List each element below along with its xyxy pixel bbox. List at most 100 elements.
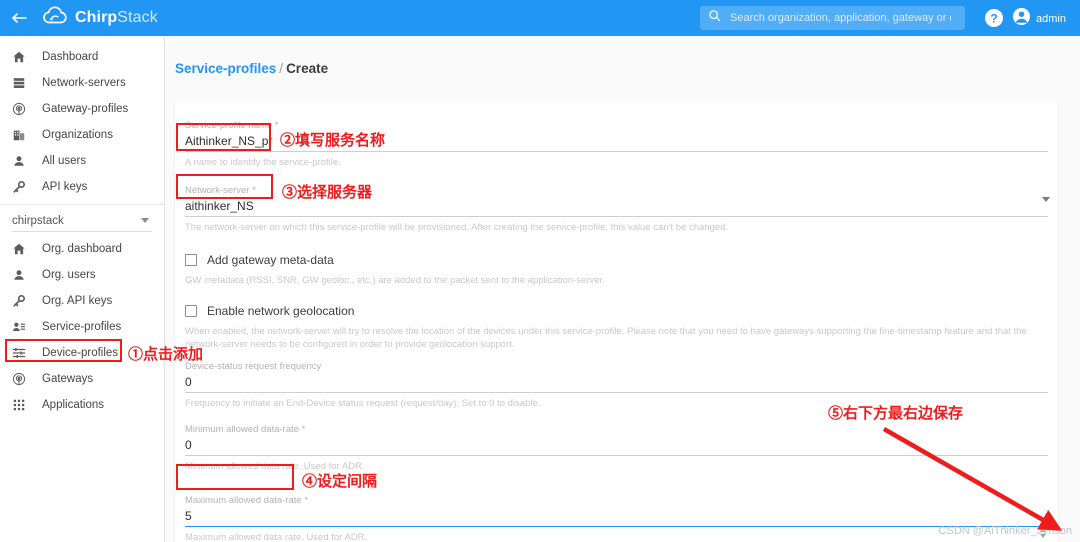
service-profile-name-field: Service-profile name * A name to identif… [175,120,1058,169]
antenna-icon [12,372,34,386]
sidebar-item-network-servers[interactable]: Network-servers [0,70,164,96]
max-data-rate-input[interactable] [185,507,1048,526]
search-icon [708,9,721,27]
device-status-frequency-input[interactable] [185,373,1048,392]
sidebar-item-label: Gateways [42,373,93,385]
breadcrumb-parent[interactable]: Service-profiles [175,61,276,76]
sidebar-item-organizations[interactable]: Organizations [0,122,164,148]
sidebar-item-label: Org. dashboard [42,243,122,255]
service-profile-name-input[interactable] [185,132,1048,151]
account-circle-icon [1012,7,1031,31]
sidebar-item-dashboard[interactable]: Dashboard [0,44,164,70]
breadcrumb-separator: / [279,61,283,76]
device-status-frequency-hint: Frequency to initiate an End-Device stat… [185,397,1048,410]
sidebar-item-label: Service-profiles [42,321,121,333]
sidebar-item-label: Org. API keys [42,295,112,307]
service-profile-name-hint: A name to identify the service-profile. [185,156,1048,169]
sidebar-item-gateways[interactable]: Gateways [0,366,164,392]
breadcrumb: Service-profiles/Create [175,61,1080,76]
watermark: CSDN @AiThinker_Jenson [939,525,1072,537]
key-icon [12,294,34,308]
sidebar-item-applications[interactable]: Applications [0,392,164,418]
svg-text:?: ? [990,12,997,26]
min-data-rate-hint: Minimum allowed data rate. Used for ADR. [185,460,1048,473]
sidebar-item-all-users[interactable]: All users [0,148,164,174]
sidebar-item-label: Applications [42,399,104,411]
breadcrumb-current: Create [286,61,328,76]
sidebar-item-label: Org. users [42,269,96,281]
server-icon [12,76,34,90]
key-icon [12,180,34,194]
min-data-rate-field: Minimum allowed data-rate * Minimum allo… [175,424,1058,473]
sidebar-item-device-profiles[interactable]: Device-profiles [0,340,164,366]
collapse-sidebar-icon[interactable] [0,0,36,36]
sidebar-item-label: Dashboard [42,51,98,63]
sidebar-item-label: Gateway-profiles [42,103,128,115]
gateway-metadata-section: Add gateway meta-data GW metadata (RSSI,… [175,253,1058,287]
building-icon [12,128,34,142]
chevron-down-icon [141,218,149,223]
checkbox-icon[interactable] [185,305,197,317]
grid-icon [12,398,34,412]
organization-selector-value: chirpstack [12,215,64,227]
network-server-hint: The network-server on which this service… [185,221,1048,234]
service-profile-icon [12,320,34,334]
brand-logo[interactable]: ChirpStack [42,6,158,31]
sidebar-item-api-keys[interactable]: API keys [0,174,164,200]
help-circle-icon[interactable]: ? [984,8,1004,28]
sidebar-item-gateway-profiles[interactable]: Gateway-profiles [0,96,164,122]
network-server-field: Network-server * aithinker_NS The networ… [175,185,1058,234]
global-search[interactable] [700,6,965,30]
service-profile-form-card: Service-profile name * A name to identif… [175,100,1058,542]
sidebar-item-label: API keys [42,181,87,193]
chirpstack-app: ChirpStack ? [0,0,1080,542]
device-status-frequency-label: Device-status request frequency [185,361,1048,372]
person-icon [12,154,34,168]
account-name: admin [1036,13,1066,25]
chevron-down-icon[interactable] [1042,197,1050,202]
sidebar-item-label: Network-servers [42,77,126,89]
gateway-metadata-checkbox-row[interactable]: Add gateway meta-data [185,253,1048,267]
network-geolocation-section: Enable network geolocation When enabled,… [175,304,1058,351]
max-data-rate-hint: Maximum allowed data rate. Used for ADR. [185,531,1048,542]
sidebar-divider [0,204,164,205]
gateway-metadata-label: Add gateway meta-data [207,253,334,267]
network-geolocation-hint: When enabled, the network-server will tr… [185,325,1053,351]
home-icon [12,50,34,64]
chirpstack-cloud-logo [42,6,68,31]
sidebar-item-org-users[interactable]: Org. users [0,262,164,288]
person-icon [12,268,34,282]
sidebar-item-label: All users [42,155,86,167]
sidebar-item-org-dashboard[interactable]: Org. dashboard [0,236,164,262]
gateway-metadata-hint: GW metadata (RSSI, SNR, GW geoloc., etc.… [185,274,1048,287]
sidebar-item-service-profiles[interactable]: Service-profiles [0,314,164,340]
antenna-icon [12,102,34,116]
sidebar-item-org-api-keys[interactable]: Org. API keys [0,288,164,314]
sidebar-item-label: Organizations [42,129,113,141]
brand-title: ChirpStack [75,9,158,27]
field-underline [185,216,1048,217]
max-data-rate-field: Maximum allowed data-rate * Maximum allo… [175,495,1058,542]
main-content: Service-profiles/Create Service-profile … [165,36,1080,542]
network-server-label: Network-server * [185,185,1048,196]
field-underline-focused [185,526,1048,527]
top-app-bar: ChirpStack ? [0,0,1080,36]
field-underline [185,151,1048,152]
network-geolocation-checkbox-row[interactable]: Enable network geolocation [185,304,1048,318]
field-underline [185,455,1048,456]
home-icon [12,242,34,256]
max-data-rate-label: Maximum allowed data-rate * [185,495,1048,506]
network-server-value[interactable]: aithinker_NS [185,197,1048,216]
network-geolocation-label: Enable network geolocation [207,304,354,318]
checkbox-icon[interactable] [185,254,197,266]
device-status-frequency-field: Device-status request frequency Frequenc… [175,361,1058,410]
service-profile-name-label: Service-profile name * [185,120,1048,131]
field-underline [185,392,1048,393]
min-data-rate-input[interactable] [185,436,1048,455]
sliders-icon [12,346,34,360]
min-data-rate-label: Minimum allowed data-rate * [185,424,1048,435]
organization-selector[interactable]: chirpstack [12,210,152,232]
account-menu[interactable]: admin [1012,7,1066,31]
search-input[interactable] [728,8,953,28]
sidebar: Dashboard Network-servers Gateway-profil… [0,36,165,542]
